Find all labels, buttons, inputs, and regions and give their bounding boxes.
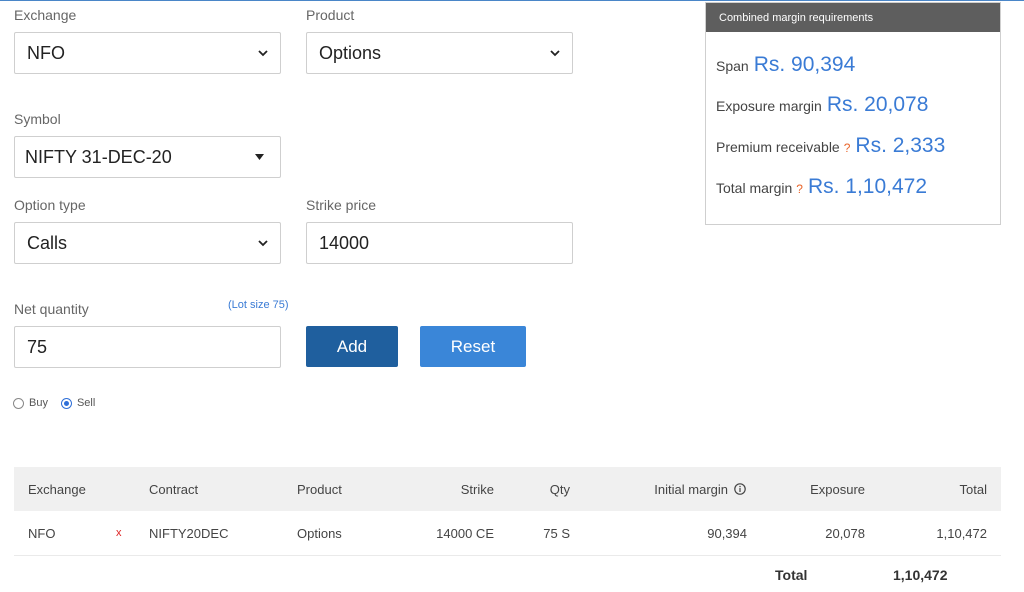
- span-label: Span: [716, 58, 749, 74]
- side-radio-group: Buy Sell: [13, 397, 108, 409]
- premium-help-icon[interactable]: ?: [844, 141, 851, 155]
- symbol-label: Symbol: [14, 111, 61, 127]
- header-initial-margin-label: Initial margin: [654, 481, 728, 497]
- product-select[interactable]: Options: [306, 32, 573, 74]
- add-button[interactable]: Add: [306, 326, 398, 367]
- info-icon[interactable]: [734, 483, 746, 495]
- exposure-label: Exposure margin: [716, 98, 822, 114]
- strike-price-value: 14000: [319, 232, 370, 253]
- exposure-value: Rs. 20,078: [826, 93, 929, 116]
- row-qty: 75 S: [543, 525, 570, 541]
- net-quantity-value: 75: [27, 336, 48, 357]
- row-exchange: NFO: [28, 525, 56, 541]
- symbol-select-value: NIFTY 31-DEC-20: [25, 146, 172, 167]
- header-contract: Contract: [149, 481, 199, 497]
- positions-table: Exchange Contract Product Strike Qty Ini…: [14, 467, 1001, 556]
- row-strike: 14000 CE: [436, 525, 494, 541]
- total-margin-value: Rs. 1,10,472: [807, 175, 928, 198]
- margin-panel-title: Combined margin requirements: [706, 3, 1000, 32]
- sell-radio-circle[interactable]: [60, 397, 72, 409]
- header-total: Total: [959, 481, 987, 497]
- option-type-label: Option type: [14, 197, 86, 213]
- symbol-select[interactable]: NIFTY 31-DEC-20: [14, 136, 281, 178]
- reset-button[interactable]: Reset: [420, 326, 526, 367]
- sell-radio-label: Sell: [76, 397, 96, 409]
- row-product: Options: [297, 525, 342, 541]
- sell-radio[interactable]: Sell: [60, 397, 96, 409]
- buy-radio-circle[interactable]: [13, 397, 24, 409]
- exposure-row: Exposure margin Rs. 20,078: [716, 93, 928, 117]
- chevron-down-icon: [258, 238, 268, 248]
- exchange-select[interactable]: NFO: [14, 32, 281, 74]
- header-qty: Qty: [549, 481, 570, 497]
- net-quantity-label: Net quantity: [14, 301, 89, 317]
- premium-label: Premium receivable: [716, 139, 840, 155]
- buy-radio-label: Buy: [29, 397, 48, 409]
- exchange-label: Exchange: [14, 7, 77, 23]
- total-margin-row: Total margin ? Rs. 1,10,472: [716, 175, 927, 199]
- chevron-down-icon: [550, 48, 560, 58]
- strike-price-label: Strike price: [306, 197, 377, 213]
- header-exchange: Exchange: [28, 481, 86, 497]
- table-header: Exchange Contract Product Strike Qty Ini…: [14, 467, 1001, 511]
- row-initial-margin: 90,394: [707, 525, 747, 541]
- span-row: Span Rs. 90,394: [716, 53, 855, 77]
- chevron-down-icon: [258, 48, 268, 58]
- top-border: [0, 0, 1024, 1]
- header-product: Product: [297, 481, 342, 497]
- option-type-select-value: Calls: [27, 232, 68, 253]
- header-strike: Strike: [460, 481, 494, 497]
- header-exposure: Exposure: [810, 481, 865, 497]
- header-initial-margin: Initial margin: [594, 467, 746, 511]
- total-margin-label: Total margin: [716, 180, 793, 196]
- row-contract: NIFTY20DEC: [149, 525, 229, 541]
- exchange-select-value: NFO: [27, 42, 65, 63]
- triangle-down-icon: [254, 152, 264, 162]
- remove-row-icon[interactable]: x: [116, 511, 122, 555]
- row-exposure: 20,078: [825, 525, 865, 541]
- product-select-value: Options: [319, 42, 382, 63]
- net-quantity-input[interactable]: 75: [14, 326, 281, 368]
- span-value: Rs. 90,394: [753, 53, 856, 76]
- table-row: NFO x NIFTY20DEC Options 14000 CE 75 S 9…: [14, 511, 1001, 556]
- row-total: 1,10,472: [936, 525, 987, 541]
- footer-total-label: Total: [775, 567, 808, 583]
- buy-radio[interactable]: Buy: [13, 397, 48, 409]
- margin-summary-panel: Combined margin requirements Span Rs. 90…: [705, 2, 1001, 225]
- premium-value: Rs. 2,333: [855, 134, 946, 157]
- option-type-select[interactable]: Calls: [14, 222, 281, 264]
- total-margin-help-icon[interactable]: ?: [796, 182, 803, 196]
- product-label: Product: [306, 7, 355, 23]
- lot-size-note: (Lot size 75): [228, 299, 289, 311]
- footer-total-value: 1,10,472: [893, 567, 948, 583]
- strike-price-input[interactable]: 14000: [306, 222, 573, 264]
- premium-row: Premium receivable ? Rs. 2,333: [716, 134, 945, 158]
